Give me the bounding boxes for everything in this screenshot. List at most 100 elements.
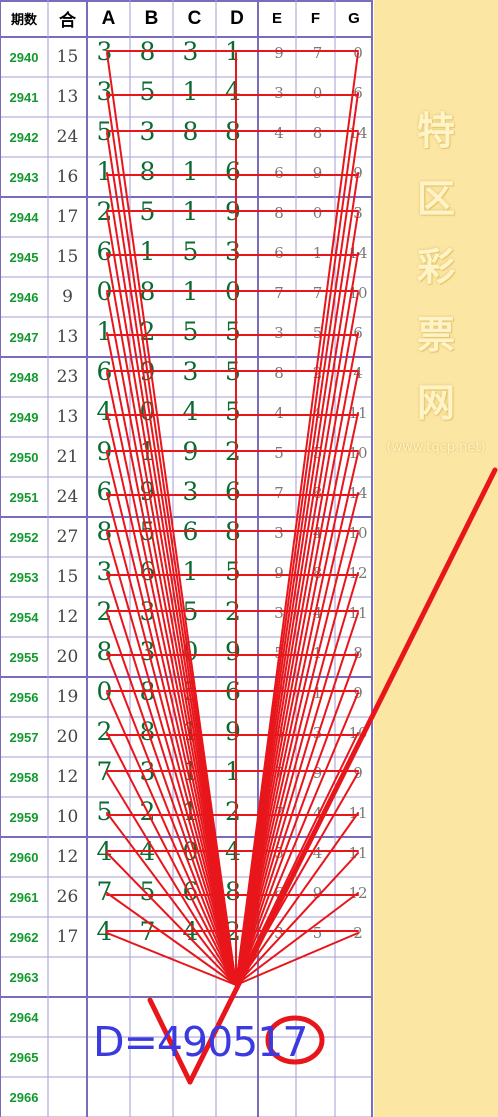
digit-a: 9 <box>96 436 113 466</box>
digit-f: 4 <box>312 404 323 422</box>
period-number: 2960 <box>9 849 39 865</box>
sum-value: 15 <box>56 247 79 267</box>
digit-g <box>339 993 377 1033</box>
digit-d: 6 <box>225 476 241 506</box>
digit-c: 1 <box>182 76 199 106</box>
digit-a: 6 <box>96 236 113 266</box>
period-number: 2942 <box>9 129 39 145</box>
digit-g: 4 <box>353 364 363 382</box>
digit-a: 7 <box>96 756 113 786</box>
sum-value: 21 <box>56 447 79 467</box>
digit-c: 6 <box>182 516 199 546</box>
digit-f: 8 <box>312 484 323 502</box>
digit-e: 6 <box>274 244 284 262</box>
digit-g: 11 <box>348 604 368 622</box>
column-header-f: F <box>310 10 321 27</box>
digit-e: 7 <box>274 684 284 702</box>
digit-b: 2 <box>139 796 156 826</box>
digit-a: 3 <box>96 76 113 106</box>
period-header: 期数 <box>10 12 37 27</box>
period-number: 2952 <box>9 529 39 545</box>
period-number: 2954 <box>9 609 39 625</box>
digit-c: 3 <box>182 356 199 386</box>
sum-value: 20 <box>56 727 79 747</box>
digit-b: 8 <box>139 156 156 186</box>
sum-value: 17 <box>56 207 79 227</box>
watermark-char: 网 <box>416 381 455 425</box>
digit-d: 2 <box>225 796 241 826</box>
digit-g: 3 <box>353 204 363 222</box>
digit-b: 1 <box>139 236 156 266</box>
digit-c: 9 <box>182 436 199 466</box>
lottery-trend-table: 期数合 A B C D E F G 2940 15 3 8 3 1 9 7 0 2941 13 3 5 1 4 3 0 6 2942… <box>0 0 373 1117</box>
digit-f: 0 <box>312 84 323 102</box>
digit-e: 5 <box>274 644 284 662</box>
digit-b: 9 <box>139 356 156 386</box>
digit-b: 6 <box>139 556 156 586</box>
digit-e: 9 <box>274 44 284 62</box>
digit-f: 4 <box>312 524 323 542</box>
sum-value <box>48 997 87 1037</box>
digit-b: 8 <box>139 36 156 66</box>
digit-c: 0 <box>182 636 199 666</box>
digit-b: 8 <box>139 676 156 706</box>
period-number: 2946 <box>9 289 39 305</box>
digit-a: 5 <box>96 796 113 826</box>
period-number: 2956 <box>9 689 39 705</box>
digit-d: 8 <box>225 516 241 546</box>
digit-a: 1 <box>96 316 113 346</box>
digit-d: 6 <box>225 676 241 706</box>
digit-g: 6 <box>353 324 363 342</box>
period-number: 2945 <box>9 249 39 265</box>
digit-g: 12 <box>348 884 368 902</box>
digit-a: 2 <box>96 716 113 746</box>
digit-f: 4 <box>312 844 323 862</box>
period-number: 2953 <box>9 569 39 585</box>
digit-a <box>83 951 126 991</box>
period-number: 2947 <box>9 329 39 345</box>
digit-b: 8 <box>139 716 156 746</box>
period-number: 2940 <box>9 49 39 65</box>
digit-g: 11 <box>348 804 368 822</box>
period-number: 2965 <box>9 1049 39 1065</box>
digit-e: 4 <box>274 124 284 142</box>
digit-a: 2 <box>96 596 113 626</box>
digit-a: 7 <box>96 876 113 906</box>
period-number: 2966 <box>9 1089 39 1105</box>
digit-b <box>126 951 169 991</box>
digit-f: 9 <box>312 884 323 902</box>
digit-g <box>339 953 377 993</box>
digit-e: 3 <box>274 324 284 342</box>
digit-g: 10 <box>348 524 368 542</box>
digit-b: 3 <box>139 596 156 626</box>
period-number: 2961 <box>9 889 39 905</box>
digit-c: 4 <box>182 916 199 946</box>
digit-c: 5 <box>182 316 199 346</box>
digit-a: 6 <box>96 356 113 386</box>
digit-f: 3 <box>312 724 323 742</box>
digit-b <box>126 1071 169 1111</box>
digit-c: 5 <box>182 236 199 266</box>
digit-b: 1 <box>139 436 156 466</box>
sum-value: 9 <box>62 287 73 307</box>
sum-value: 15 <box>56 47 79 67</box>
period-number: 2962 <box>9 929 39 945</box>
digit-d: 2 <box>225 436 241 466</box>
period-number: 2959 <box>9 809 39 825</box>
digit-a: 6 <box>96 476 113 506</box>
digit-e: 3 <box>274 84 284 102</box>
digit-a: 3 <box>96 556 113 586</box>
digit-c: 3 <box>182 36 199 66</box>
digit-e: 3 <box>274 924 284 942</box>
digit-f: 8 <box>312 564 323 582</box>
digit-c <box>169 951 212 991</box>
period-number: 2948 <box>9 369 39 385</box>
digit-b: 2 <box>139 316 156 346</box>
sum-value: 20 <box>56 647 79 667</box>
digit-f: 4 <box>312 804 323 822</box>
digit-g: 9 <box>353 684 363 702</box>
digit-d: 8 <box>225 116 241 146</box>
digit-e <box>260 953 298 993</box>
digit-g: 0 <box>353 44 363 62</box>
digit-d: 4 <box>225 836 241 866</box>
